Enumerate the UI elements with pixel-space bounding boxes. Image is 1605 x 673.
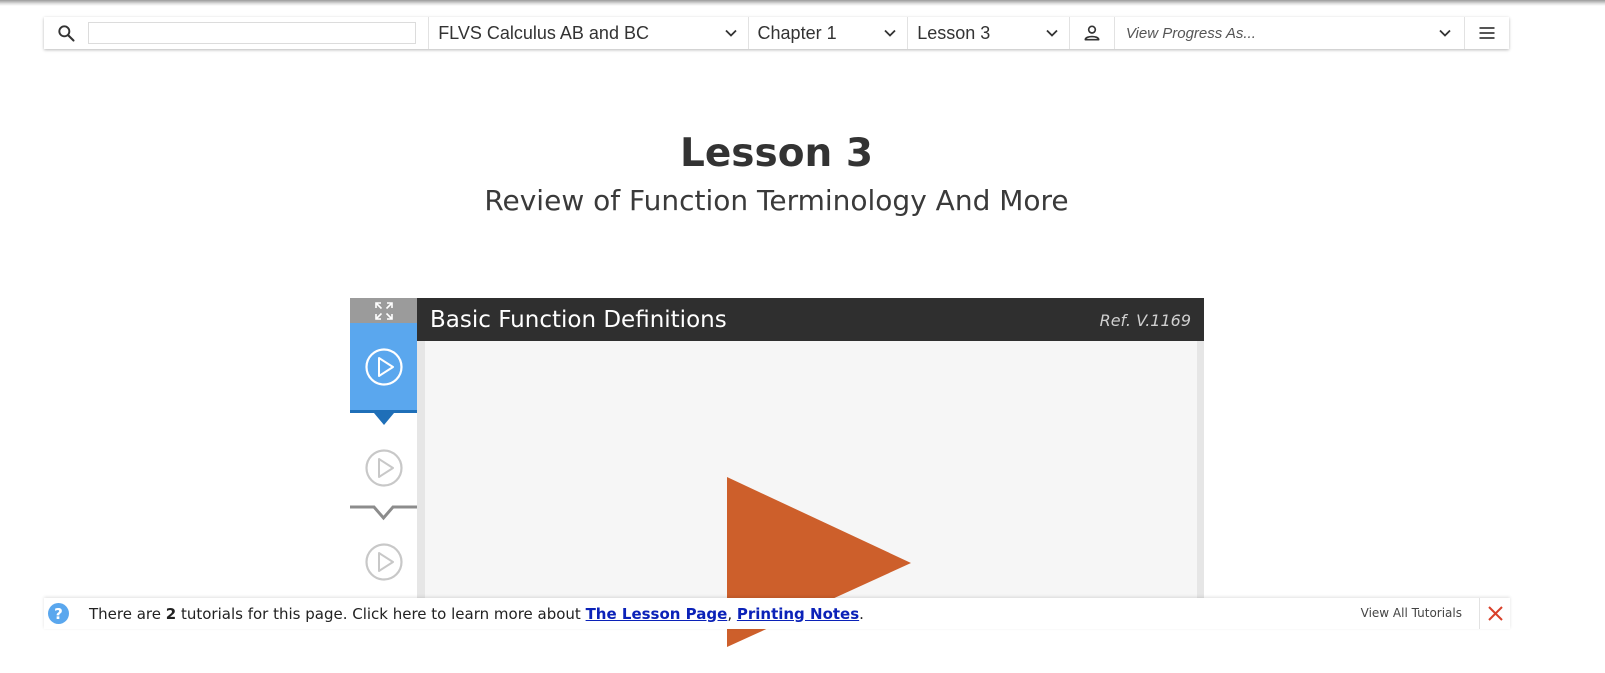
page-subtitle: Review of Function Terminology And More bbox=[484, 184, 1069, 217]
chevron-down-icon bbox=[1439, 29, 1451, 37]
active-pointer bbox=[374, 413, 394, 425]
course-select[interactable]: FLVS Calculus AB and BC bbox=[429, 17, 749, 49]
tutorial-divider bbox=[1479, 598, 1480, 629]
view-progress-label: View Progress As... bbox=[1125, 24, 1256, 42]
chapter-select-label: Chapter 1 bbox=[757, 22, 837, 43]
tutorial-text-after: tutorials for this page. Click here to l… bbox=[176, 604, 586, 623]
help-icon[interactable]: ? bbox=[48, 603, 69, 624]
play-circle-icon bbox=[364, 543, 403, 581]
video-screen[interactable] bbox=[425, 341, 1197, 647]
search-icon[interactable] bbox=[56, 23, 76, 43]
tutorial-bar: ? There are 2 tutorials for this page. C… bbox=[44, 598, 1510, 629]
lesson-page-link[interactable]: The Lesson Page bbox=[586, 605, 728, 623]
play-circle-icon bbox=[364, 347, 403, 386]
tutorial-count: 2 bbox=[165, 604, 177, 623]
chapter-select[interactable]: Chapter 1 bbox=[749, 17, 909, 49]
video-item[interactable] bbox=[350, 440, 417, 496]
top-shadow bbox=[0, 0, 1605, 6]
lesson-select[interactable]: Lesson 3 bbox=[908, 17, 1070, 49]
tutorial-period: . bbox=[859, 604, 864, 623]
menu-icon bbox=[1479, 27, 1495, 39]
chevron-down-icon bbox=[724, 29, 737, 37]
user-icon bbox=[1084, 25, 1100, 41]
lesson-select-label: Lesson 3 bbox=[917, 22, 991, 43]
tutorial-text-before: There are bbox=[89, 604, 166, 623]
video-item[interactable] bbox=[350, 534, 417, 590]
expand-icon bbox=[374, 301, 393, 320]
video-ref: Ref. V.1169 bbox=[1099, 311, 1191, 330]
page-title: Lesson 3 bbox=[679, 131, 873, 176]
section-divider bbox=[350, 505, 417, 521]
top-nav: FLVS Calculus AB and BC Chapter 1 Lesson… bbox=[44, 17, 1509, 49]
video-rail bbox=[350, 298, 417, 608]
video-panel: Basic Function Definitions Ref. V.1169 bbox=[417, 298, 1204, 647]
play-circle-icon bbox=[364, 449, 403, 487]
video-title: Basic Function Definitions bbox=[430, 307, 727, 333]
user-button[interactable] bbox=[1070, 17, 1115, 49]
search-input[interactable] bbox=[88, 22, 416, 44]
chevron-down-icon bbox=[884, 29, 896, 37]
close-icon[interactable] bbox=[1487, 605, 1504, 622]
printing-notes-link[interactable]: Printing Notes bbox=[737, 605, 859, 623]
course-select-label: FLVS Calculus AB and BC bbox=[438, 22, 649, 43]
tutorial-text[interactable]: There are 2 tutorials for this page. Cli… bbox=[89, 605, 864, 623]
tutorial-comma: , bbox=[727, 604, 737, 623]
view-progress-select[interactable]: View Progress As... bbox=[1115, 17, 1466, 49]
menu-button[interactable] bbox=[1465, 17, 1509, 49]
chevron-down-icon bbox=[1046, 29, 1058, 37]
expand-button[interactable] bbox=[350, 298, 417, 323]
video-header: Basic Function Definitions Ref. V.1169 bbox=[417, 298, 1204, 341]
view-all-tutorials-link[interactable]: View All Tutorials bbox=[1361, 606, 1462, 620]
video-item-active[interactable] bbox=[350, 323, 417, 413]
search-section bbox=[44, 17, 430, 49]
